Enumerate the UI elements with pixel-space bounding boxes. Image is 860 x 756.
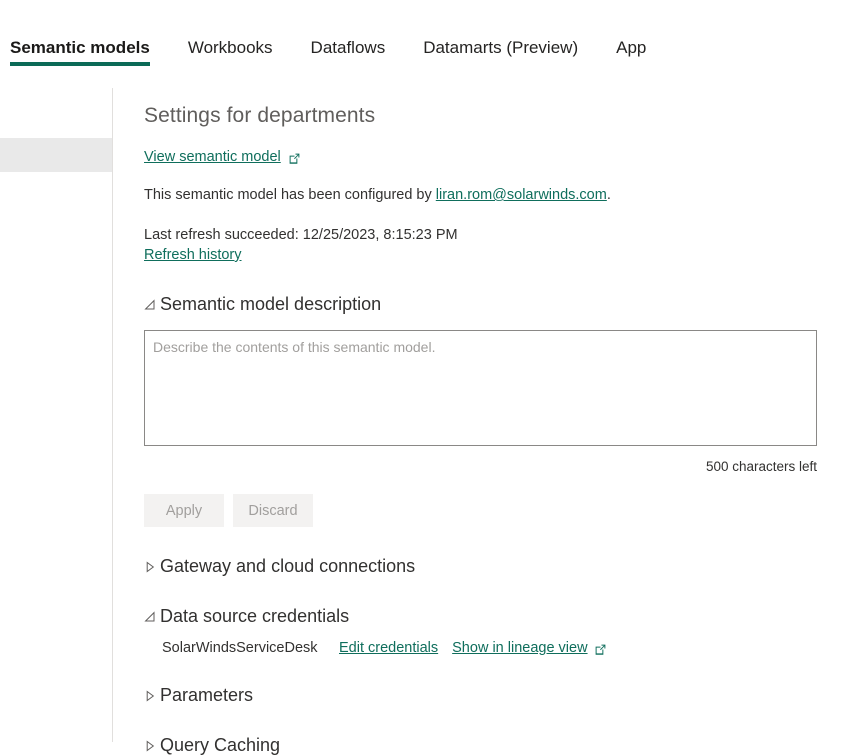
character-count-label: 500 characters left: [144, 459, 817, 474]
section-title: Query Caching: [160, 734, 280, 756]
section-title: Gateway and cloud connections: [160, 555, 415, 577]
show-in-lineage-view-link[interactable]: Show in lineage view: [452, 640, 587, 656]
triangle-collapsed-icon: [144, 690, 158, 704]
tab-datamarts-preview[interactable]: Datamarts (Preview): [423, 38, 578, 72]
apply-button[interactable]: Apply: [144, 494, 224, 527]
tab-app[interactable]: App: [616, 38, 646, 72]
section-title: Semantic model description: [160, 293, 381, 315]
configured-by-line: This semantic model has been configured …: [144, 186, 860, 204]
configured-by-email-link[interactable]: liran.rom@solarwinds.com: [436, 187, 607, 203]
section-header-parameters[interactable]: Parameters: [144, 684, 253, 706]
refresh-history-link[interactable]: Refresh history: [144, 246, 242, 265]
description-action-buttons: Apply Discard: [144, 494, 817, 527]
edit-credentials-link[interactable]: Edit credentials: [339, 640, 438, 656]
tab-label: Semantic models: [10, 38, 150, 57]
tab-semantic-models[interactable]: Semantic models: [10, 38, 150, 72]
credential-row: SolarWindsServiceDesk Edit credentials S…: [162, 640, 860, 656]
rail-item-selected[interactable]: [0, 138, 112, 172]
tab-workbooks[interactable]: Workbooks: [188, 38, 273, 72]
section-header-gateway-and-cloud-connections[interactable]: Gateway and cloud connections: [144, 555, 415, 577]
configured-by-suffix: .: [607, 187, 611, 203]
triangle-expanded-icon: [144, 299, 158, 313]
section-header-data-source-credentials[interactable]: Data source credentials: [144, 605, 349, 627]
triangle-expanded-icon: [144, 611, 158, 625]
description-editor: 500 characters left Apply Discard: [144, 330, 817, 527]
section-header-query-caching[interactable]: Query Caching: [144, 734, 280, 756]
credential-source-name: SolarWindsServiceDesk: [162, 640, 339, 656]
tab-label: App: [616, 38, 646, 57]
left-rail: [0, 88, 113, 742]
description-input[interactable]: [144, 330, 817, 446]
configured-by-prefix: This semantic model has been configured …: [144, 187, 436, 203]
page-title: Settings for departments: [144, 102, 860, 130]
tab-label: Datamarts (Preview): [423, 38, 578, 57]
settings-panel: Settings for departments View semantic m…: [114, 88, 860, 742]
section-header-semantic-model-description[interactable]: Semantic model description: [144, 293, 381, 315]
tab-label: Dataflows: [311, 38, 386, 57]
last-refresh-block: Last refresh succeeded: 12/25/2023, 8:15…: [144, 226, 860, 265]
discard-button[interactable]: Discard: [233, 494, 313, 527]
view-semantic-model-label[interactable]: View semantic model: [144, 149, 281, 165]
triangle-collapsed-icon: [144, 740, 158, 754]
external-link-icon: [288, 152, 301, 165]
external-link-icon: [594, 643, 607, 656]
view-semantic-model-link[interactable]: View semantic model: [144, 149, 301, 165]
tab-dataflows[interactable]: Dataflows: [311, 38, 386, 72]
section-title: Parameters: [160, 684, 253, 706]
last-refresh-status: Last refresh succeeded: 12/25/2023, 8:15…: [144, 226, 860, 245]
tab-label: Workbooks: [188, 38, 273, 57]
workspace-tabbar: Semantic models Workbooks Dataflows Data…: [0, 0, 860, 72]
section-title: Data source credentials: [160, 605, 349, 627]
triangle-collapsed-icon: [144, 561, 158, 575]
